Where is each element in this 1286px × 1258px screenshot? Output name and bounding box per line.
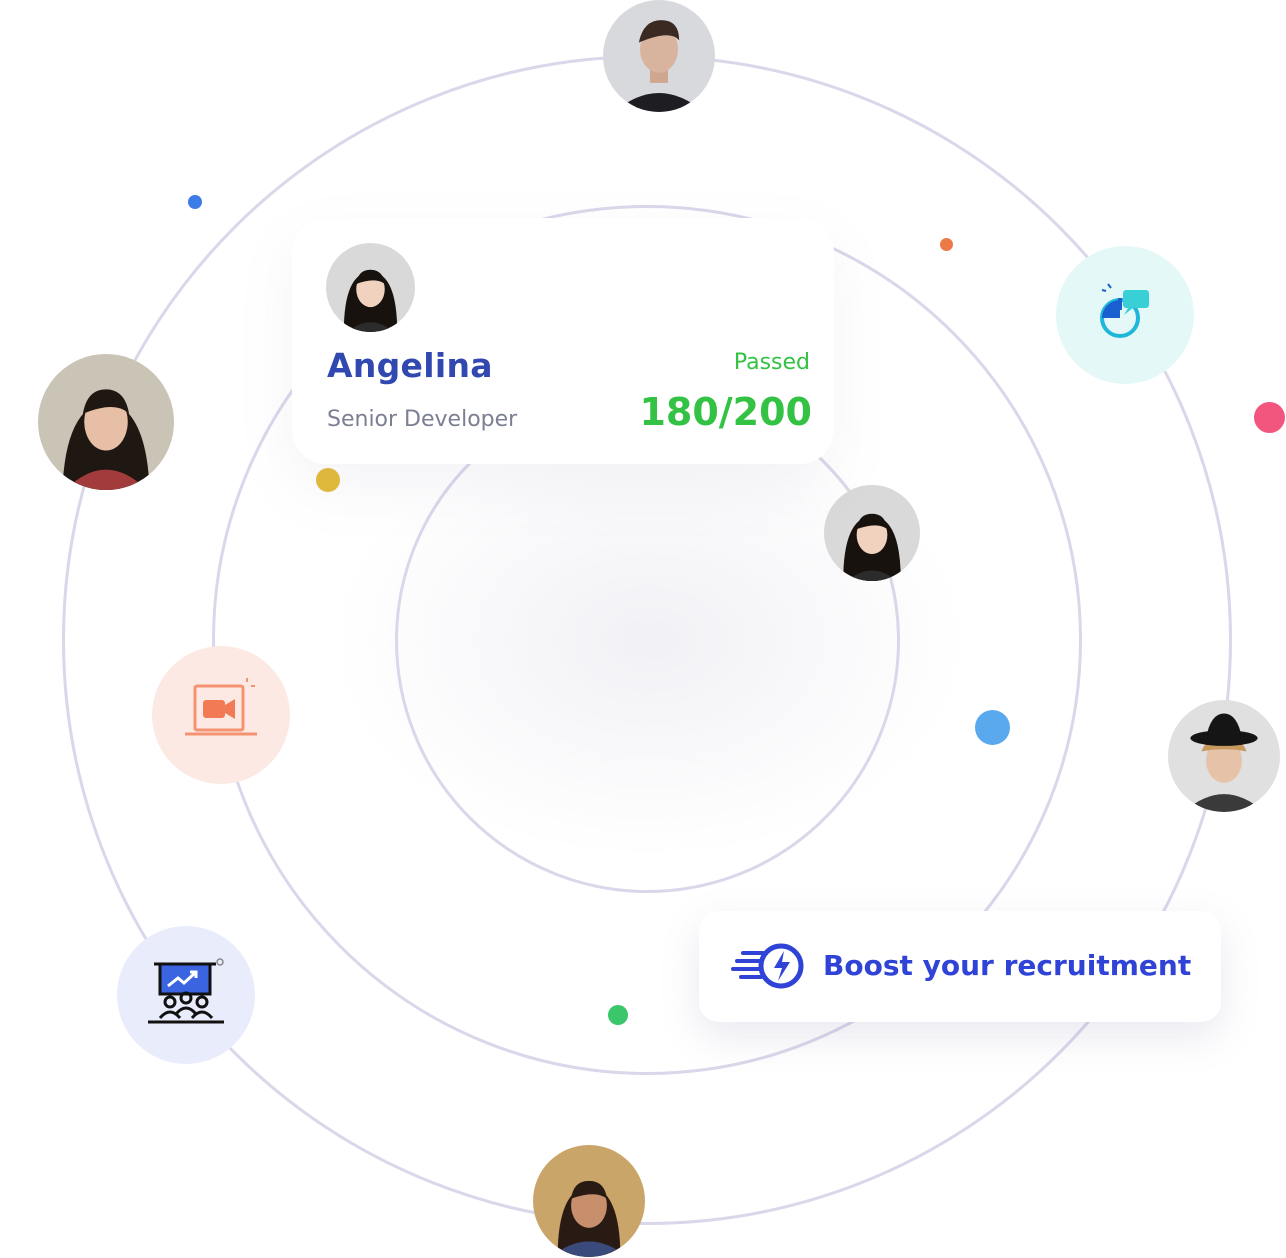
presentation-bubble: [117, 926, 255, 1064]
avatar-bottom-woman: [533, 1145, 645, 1257]
fast-lightning-icon: [731, 941, 807, 991]
video-call-bubble: [152, 646, 290, 784]
dot-green: [608, 1005, 628, 1025]
candidate-profile-card: Angelina Senior Developer Passed 180/200: [292, 218, 834, 464]
boost-recruitment-label: Boost your recruitment: [823, 949, 1192, 982]
chat-bubble: [1056, 246, 1194, 384]
test-status: Passed: [733, 350, 810, 375]
dot-orange-small: [940, 238, 953, 251]
presentation-audience-icon: [144, 958, 228, 1032]
candidate-name: Angelina: [327, 346, 493, 385]
avatar-orbit-woman: [824, 485, 920, 581]
boost-recruitment-banner[interactable]: Boost your recruitment: [699, 911, 1221, 1022]
avatar-card-woman: [326, 243, 415, 332]
candidate-role: Senior Developer: [327, 407, 518, 432]
dot-yellow: [316, 468, 340, 492]
avatar-right-man-hat: [1168, 700, 1280, 812]
chat-bubble-icon: [1090, 278, 1160, 352]
dot-pink: [1254, 402, 1285, 433]
video-call-laptop-icon: [181, 678, 261, 752]
test-score: 180/200: [639, 390, 812, 434]
dot-blue-small: [188, 195, 202, 209]
recruitment-orbit-illustration: Angelina Senior Developer Passed 180/200…: [0, 0, 1286, 1258]
avatar-top: [603, 0, 715, 112]
dot-blue-large: [975, 710, 1010, 745]
avatar-left-woman: [38, 354, 174, 490]
